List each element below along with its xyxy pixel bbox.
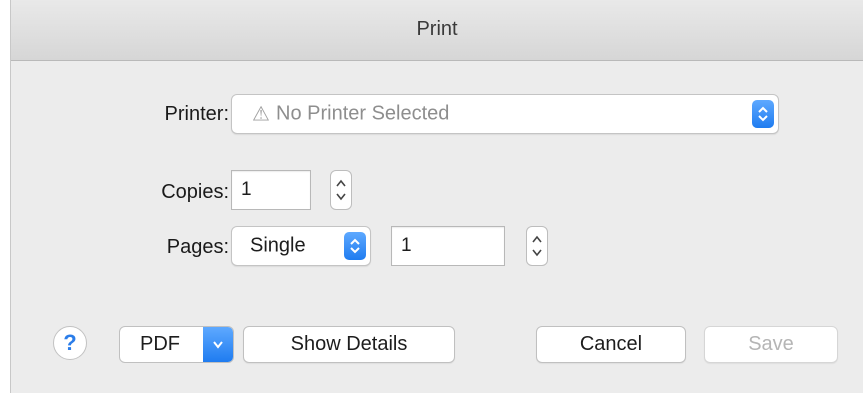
copies-field-value: 1 bbox=[241, 179, 252, 200]
chevron-updown-icon bbox=[344, 232, 366, 260]
copies-stepper[interactable] bbox=[330, 170, 352, 210]
printer-select-value: No Printer Selected bbox=[276, 102, 450, 125]
help-button[interactable]: ? bbox=[53, 326, 87, 360]
pages-field[interactable]: 1 bbox=[391, 226, 505, 266]
chevron-updown-icon bbox=[752, 100, 774, 128]
pdf-menu-button[interactable]: PDF bbox=[119, 326, 234, 363]
printer-select[interactable]: ⚠ No Printer Selected bbox=[231, 94, 779, 134]
copies-label: Copies: bbox=[161, 181, 229, 203]
pages-field-value: 1 bbox=[401, 235, 412, 256]
pdf-button-label: PDF bbox=[140, 333, 180, 355]
printer-label: Printer: bbox=[164, 103, 229, 125]
dialog-title: Print bbox=[416, 18, 458, 40]
save-button[interactable]: Save bbox=[704, 326, 838, 363]
pages-mode-select[interactable]: Single bbox=[231, 226, 371, 266]
pages-stepper[interactable] bbox=[526, 226, 548, 266]
print-dialog: Print Printer: ⚠ No Printer Selected Cop… bbox=[10, 0, 863, 393]
copies-field[interactable]: 1 bbox=[231, 170, 311, 210]
cancel-button[interactable]: Cancel bbox=[536, 326, 686, 363]
pages-mode-value: Single bbox=[250, 234, 306, 257]
title-bar[interactable]: Print bbox=[11, 0, 863, 61]
pages-label: Pages: bbox=[166, 236, 229, 258]
chevron-down-icon bbox=[203, 327, 233, 362]
warning-icon: ⚠ bbox=[252, 103, 270, 126]
show-details-button[interactable]: Show Details bbox=[243, 326, 455, 363]
